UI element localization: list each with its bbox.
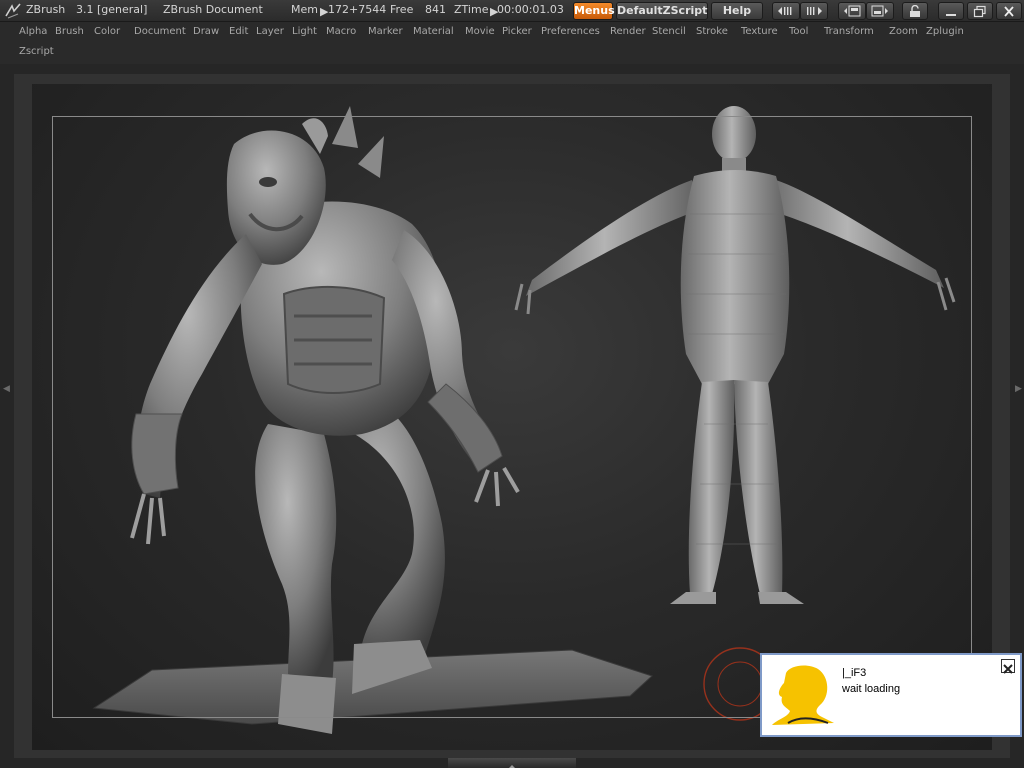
menu-macro[interactable]: Macro [326, 26, 356, 37]
menus-button[interactable]: Menus [573, 2, 615, 20]
bottom-tray-handle[interactable] [448, 758, 576, 768]
notification-popup: |_iF3 wait loading [760, 653, 1022, 737]
scroll-right-icon[interactable] [800, 2, 828, 20]
document-canvas[interactable] [32, 84, 992, 750]
menu-brush[interactable]: Brush [55, 26, 84, 37]
mem-value: 172+7544 [328, 3, 387, 16]
menu-color[interactable]: Color [94, 26, 120, 37]
menu-stencil[interactable]: Stencil [652, 26, 686, 37]
menu-zoom[interactable]: Zoom [889, 26, 918, 37]
ztime-value: 00:00:01.03 [497, 3, 564, 16]
default-zscript-button[interactable]: DefaultZScript [616, 2, 708, 20]
menu-draw[interactable]: Draw [193, 26, 219, 37]
menu-render[interactable]: Render [610, 26, 646, 37]
menu-bar: Alpha Brush Color Document Draw Edit Lay… [0, 22, 1024, 64]
lock-icon[interactable] [902, 2, 928, 20]
close-icon[interactable] [996, 2, 1022, 20]
app-version: 3.1 [general] [76, 3, 148, 16]
maximize-icon[interactable] [967, 2, 993, 20]
menu-picker[interactable]: Picker [502, 26, 532, 37]
popup-close-icon[interactable] [1001, 659, 1015, 674]
menu-texture[interactable]: Texture [741, 26, 778, 37]
right-tray-handle[interactable]: ▶ [1015, 384, 1022, 404]
title-bar: ZBrush 3.1 [general] ZBrush Document Mem… [0, 0, 1024, 22]
popup-title: |_iF3 [842, 667, 867, 679]
document-name: ZBrush Document [163, 3, 263, 16]
ztime-label: ZTime [454, 3, 489, 16]
menu-movie[interactable]: Movie [465, 26, 495, 37]
zbrush-logo-icon[interactable] [4, 2, 22, 20]
document-bounds [52, 116, 972, 718]
menu-edit[interactable]: Edit [229, 26, 248, 37]
menu-stroke[interactable]: Stroke [696, 26, 728, 37]
mem-label: Mem [291, 3, 318, 16]
layout-a-icon[interactable] [838, 2, 866, 20]
menu-tool[interactable]: Tool [789, 26, 808, 37]
menu-layer[interactable]: Layer [256, 26, 284, 37]
free-label: Free [390, 3, 414, 16]
menu-alpha[interactable]: Alpha [19, 26, 47, 37]
menu-material[interactable]: Material [413, 26, 454, 37]
app-name: ZBrush [26, 3, 66, 16]
menu-zplugin[interactable]: Zplugin [926, 26, 964, 37]
help-button[interactable]: Help [711, 2, 763, 20]
layout-b-icon[interactable] [866, 2, 894, 20]
free-value: 841 [425, 3, 446, 16]
popup-message: wait loading [842, 683, 901, 695]
menu-preferences[interactable]: Preferences [541, 26, 600, 37]
menu-transform[interactable]: Transform [824, 26, 874, 37]
menu-document[interactable]: Document [134, 26, 186, 37]
user-avatar-icon [772, 665, 834, 725]
menu-zscript[interactable]: Zscript [19, 46, 54, 57]
minimize-icon[interactable] [938, 2, 964, 20]
scroll-left-icon[interactable] [772, 2, 800, 20]
menu-marker[interactable]: Marker [368, 26, 403, 37]
left-tray-handle[interactable]: ◀ [3, 384, 10, 404]
menu-light[interactable]: Light [292, 26, 317, 37]
